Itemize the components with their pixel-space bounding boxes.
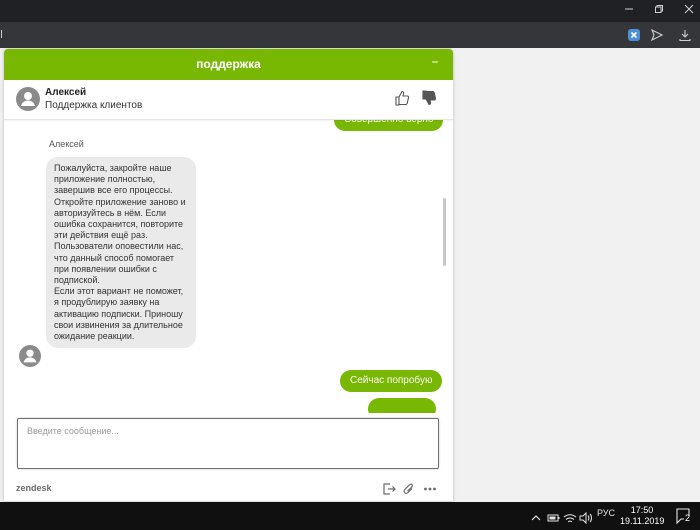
incoming-message-bubble: Пожалуйста, закройте наше приложение пол… <box>46 157 196 349</box>
agent-role: Поддержка клиентов <box>45 100 143 111</box>
thumbs-down-icon[interactable] <box>420 89 438 109</box>
message-input[interactable] <box>18 419 438 443</box>
more-options-icon[interactable] <box>423 481 439 497</box>
agent-avatar <box>16 87 40 111</box>
chat-scrollbar[interactable] <box>443 198 446 266</box>
wifi-icon[interactable] <box>563 509 577 523</box>
window-close-button[interactable] <box>674 0 700 22</box>
agent-message-avatar <box>19 345 41 367</box>
agent-name: Алексей <box>45 87 87 98</box>
notification-count: 2 <box>685 513 691 523</box>
end-chat-icon[interactable] <box>382 481 398 497</box>
window-restore-button[interactable] <box>644 0 674 22</box>
battery-icon[interactable] <box>547 509 561 523</box>
address-bar[interactable]: l <box>0 22 700 48</box>
message-input-container[interactable] <box>17 418 439 469</box>
thumbs-up-icon[interactable] <box>393 89 411 109</box>
outgoing-message-bubble: Сейчас попробую <box>340 370 443 392</box>
message-sender-label: Алексей <box>49 139 84 149</box>
outgoing-message-partial <box>368 398 436 413</box>
download-icon[interactable] <box>678 26 696 44</box>
language-indicator[interactable]: РУС <box>597 508 615 518</box>
widget-header: поддержка – <box>4 49 453 80</box>
widget-footer: zendesk <box>4 477 453 501</box>
send-icon[interactable] <box>650 26 668 44</box>
notification-center-icon[interactable]: 2 <box>675 507 693 525</box>
volume-icon[interactable] <box>579 509 593 525</box>
show-hidden-icons-icon[interactable] <box>530 509 544 523</box>
widget-minimize-button[interactable]: – <box>427 55 443 73</box>
support-chat-widget: поддержка – Алексей Поддержка клиентов С… <box>4 49 453 501</box>
clock-time: 17:50 <box>630 505 654 515</box>
extension-icon[interactable] <box>627 26 645 44</box>
address-text[interactable]: l <box>0 28 3 41</box>
attachment-icon[interactable] <box>402 481 418 497</box>
window-minimize-button[interactable] <box>614 0 644 22</box>
windows-taskbar: РУС 17:50 19.11.2019 2 <box>0 502 700 530</box>
agent-info-bar: Алексей Поддержка клиентов <box>4 80 453 120</box>
clock-date: 19.11.2019 <box>620 516 665 526</box>
chat-messages-area[interactable]: Совершенно верно Алексей Пожалуйста, зак… <box>4 120 453 413</box>
outgoing-message-bubble: Совершенно верно <box>334 120 444 131</box>
browser-title-bar <box>0 0 700 22</box>
taskbar-clock[interactable]: 17:50 19.11.2019 <box>620 505 664 527</box>
zendesk-logo[interactable]: zendesk <box>16 483 52 493</box>
widget-title: поддержка <box>196 57 261 71</box>
